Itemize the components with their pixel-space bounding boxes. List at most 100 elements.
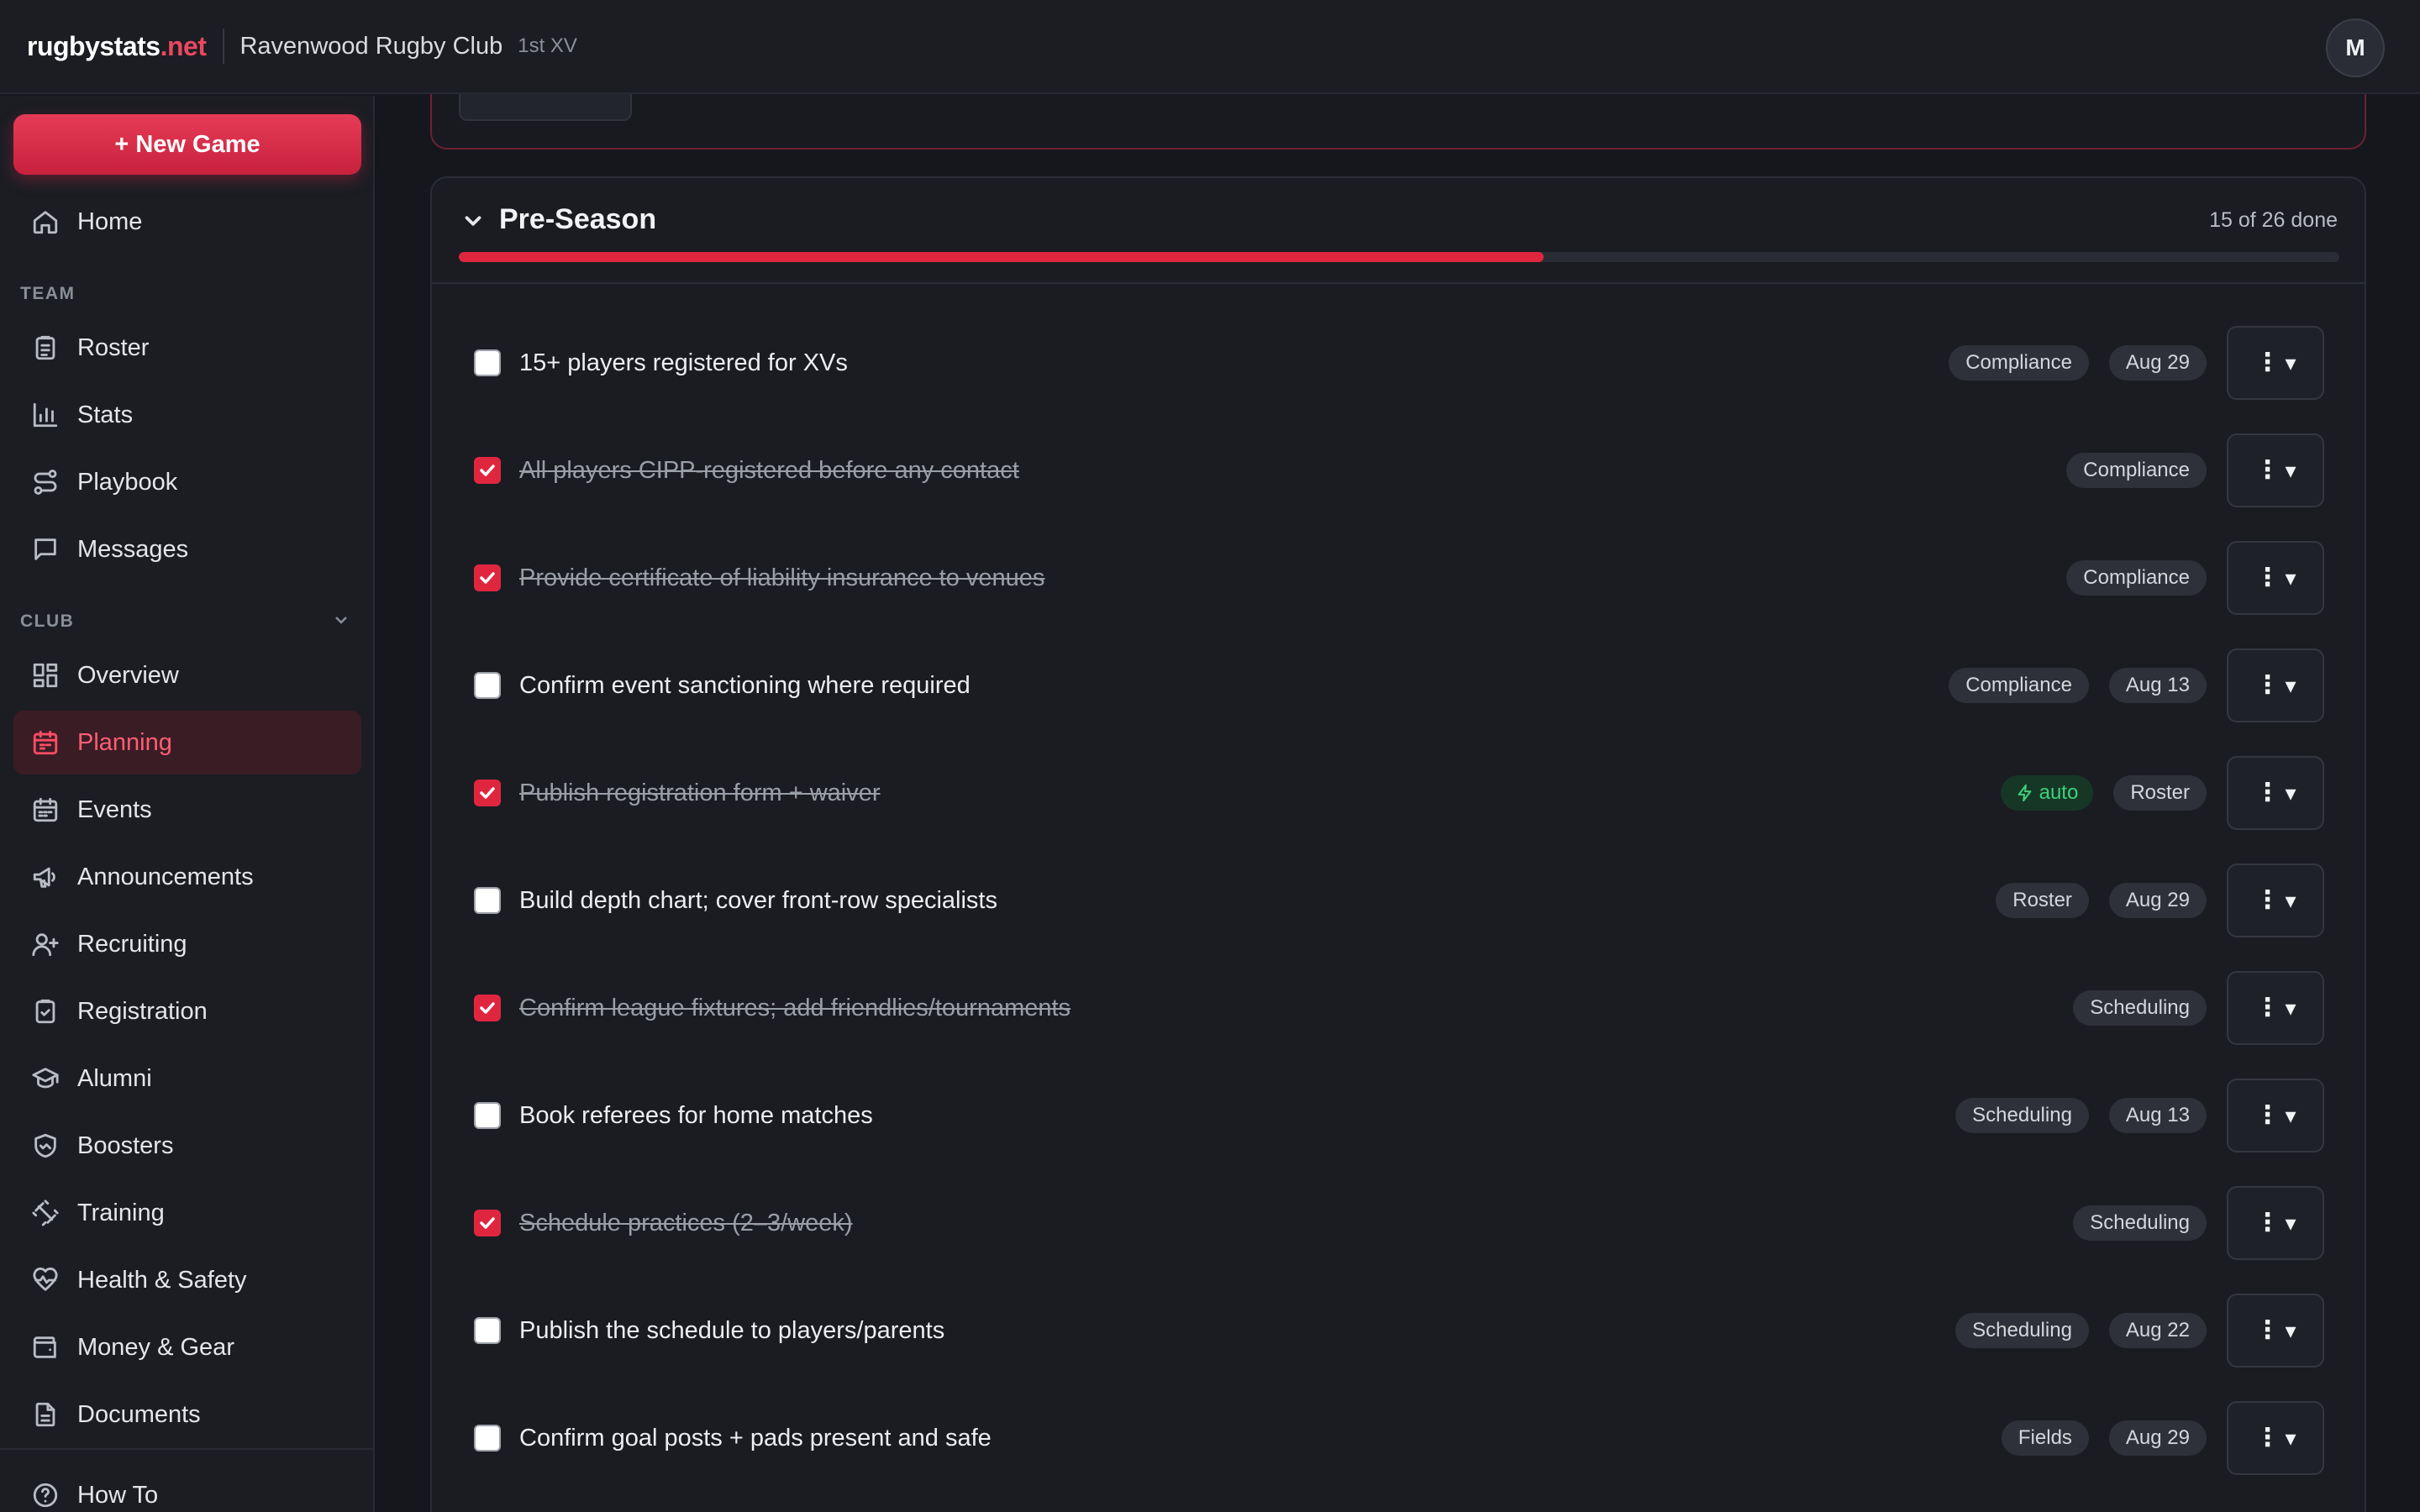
more-vertical-icon: ⋮ bbox=[2254, 456, 2281, 484]
sidebar-item-training[interactable]: Training bbox=[13, 1181, 361, 1245]
sidebar-item-label: Health & Safety bbox=[77, 1266, 247, 1294]
task-menu-button[interactable]: ⋮ ▾ bbox=[2227, 1079, 2324, 1152]
help-circle-icon bbox=[30, 1480, 60, 1510]
caret-down-icon: ▾ bbox=[2285, 995, 2296, 1021]
more-vertical-icon: ⋮ bbox=[2254, 1209, 2281, 1236]
sidebar-item-planning[interactable]: Planning bbox=[13, 711, 361, 774]
sidebar-item-money-gear[interactable]: Money & Gear bbox=[13, 1315, 361, 1379]
brand-logo[interactable]: rugbystats.net bbox=[27, 30, 207, 62]
category-badge: Scheduling bbox=[2073, 1205, 2207, 1241]
sidebar-item-messages[interactable]: Messages bbox=[13, 517, 361, 581]
task-row: Publish the schedule to players/parents S… bbox=[432, 1277, 2365, 1384]
lightning-icon bbox=[2018, 784, 2032, 802]
progress-bar bbox=[459, 252, 2339, 262]
sidebar-item-label: Planning bbox=[77, 728, 172, 756]
sidebar-item-how-to[interactable]: How To bbox=[13, 1463, 361, 1512]
task-menu-button[interactable]: ⋮ ▾ bbox=[2227, 1294, 2324, 1368]
task-label: Confirm event sanctioning where required bbox=[519, 671, 971, 699]
task-tags: Scheduling Aug 13 bbox=[1955, 1098, 2207, 1133]
header-divider bbox=[223, 29, 225, 64]
sidebar-item-stats[interactable]: Stats bbox=[13, 383, 361, 447]
sidebar-item-label: Roster bbox=[77, 333, 150, 361]
task-checkbox[interactable] bbox=[474, 1317, 501, 1344]
sidebar-item-documents[interactable]: Documents bbox=[13, 1383, 361, 1446]
task-row: All players CIPP-registered before any c… bbox=[432, 417, 2365, 524]
task-label: Build depth chart; cover front-row speci… bbox=[519, 886, 997, 914]
category-badge: Compliance bbox=[1949, 345, 2089, 381]
sidebar-item-playbook[interactable]: Playbook bbox=[13, 450, 361, 514]
auto-badge: auto bbox=[2000, 775, 2094, 811]
due-date-badge: Aug 13 bbox=[2108, 1098, 2207, 1133]
sidebar-item-health-safety[interactable]: Health & Safety bbox=[13, 1248, 361, 1312]
task-checkbox[interactable] bbox=[474, 564, 501, 591]
sidebar-item-boosters[interactable]: Boosters bbox=[13, 1114, 361, 1178]
route-icon bbox=[30, 467, 60, 497]
sidebar-item-overview[interactable]: Overview bbox=[13, 643, 361, 707]
task-tags: Compliance Aug 13 bbox=[1949, 668, 2207, 703]
task-tags: Scheduling Aug 22 bbox=[1955, 1313, 2207, 1348]
task-row: Book referees for home matches Scheduling… bbox=[432, 1062, 2365, 1169]
task-checkbox[interactable] bbox=[474, 1102, 501, 1129]
task-menu-button[interactable]: ⋮ ▾ bbox=[2227, 756, 2324, 830]
card-header[interactable]: Pre-Season 15 of 26 done bbox=[432, 178, 2365, 284]
chevron-down-icon[interactable] bbox=[460, 208, 487, 235]
megaphone-icon bbox=[30, 862, 60, 892]
task-checkbox[interactable] bbox=[474, 1425, 501, 1452]
task-label: Publish the schedule to players/parents bbox=[519, 1316, 945, 1344]
sidebar-item-label: Alumni bbox=[77, 1064, 152, 1092]
sidebar-item-registration[interactable]: Registration bbox=[13, 979, 361, 1043]
caret-down-icon: ▾ bbox=[2285, 1425, 2296, 1451]
category-badge: Compliance bbox=[2066, 560, 2207, 596]
clipboard-icon bbox=[30, 333, 60, 363]
sidebar-item-alumni[interactable]: Alumni bbox=[13, 1047, 361, 1110]
dashboard-icon bbox=[30, 660, 60, 690]
category-badge: Roster bbox=[1996, 883, 2089, 918]
task-checkbox[interactable] bbox=[474, 780, 501, 806]
new-game-button[interactable]: + New Game bbox=[13, 114, 361, 175]
caret-down-icon: ▾ bbox=[2285, 887, 2296, 913]
task-menu-button[interactable]: ⋮ ▾ bbox=[2227, 1401, 2324, 1475]
task-menu-button[interactable]: ⋮ ▾ bbox=[2227, 864, 2324, 937]
task-menu-button[interactable]: ⋮ ▾ bbox=[2227, 1186, 2324, 1260]
task-menu-button[interactable]: ⋮ ▾ bbox=[2227, 541, 2324, 615]
task-menu-button[interactable]: ⋮ ▾ bbox=[2227, 326, 2324, 400]
sidebar-item-home[interactable]: Home bbox=[13, 190, 361, 254]
checkmark-icon bbox=[480, 465, 495, 476]
club-name[interactable]: Ravenwood Rugby Club bbox=[239, 33, 502, 60]
sidebar-item-roster[interactable]: Roster bbox=[13, 316, 361, 380]
task-label: Schedule practices (2–3/week) bbox=[519, 1209, 853, 1236]
task-label: All players CIPP-registered before any c… bbox=[519, 456, 1019, 484]
task-menu-button[interactable]: ⋮ ▾ bbox=[2227, 648, 2324, 722]
pre-season-card: Pre-Season 15 of 26 done 15+ players reg… bbox=[430, 176, 2366, 1512]
more-vertical-icon: ⋮ bbox=[2254, 886, 2281, 914]
task-tags: Compliance Aug 29 bbox=[1949, 345, 2207, 381]
sidebar-item-events[interactable]: Events bbox=[13, 778, 361, 842]
section-team: TEAM bbox=[20, 284, 76, 303]
more-vertical-icon: ⋮ bbox=[2254, 349, 2281, 376]
sidebar-item-announcements[interactable]: Announcements bbox=[13, 845, 361, 909]
sidebar-item-label: Boosters bbox=[77, 1131, 174, 1159]
graduation-cap-icon bbox=[30, 1063, 60, 1094]
task-checkbox[interactable] bbox=[474, 995, 501, 1021]
calendar-icon bbox=[30, 795, 60, 825]
task-checkbox[interactable] bbox=[474, 349, 501, 376]
task-checkbox[interactable] bbox=[474, 887, 501, 914]
sidebar-item-label: Registration bbox=[77, 997, 208, 1025]
caret-down-icon: ▾ bbox=[2285, 672, 2296, 698]
brand-main: rugbystats bbox=[27, 30, 160, 61]
task-row: 15+ players registered for XVs Compliance… bbox=[432, 309, 2365, 417]
task-checkbox[interactable] bbox=[474, 457, 501, 484]
task-checkbox[interactable] bbox=[474, 1210, 501, 1236]
sidebar-item-label: How To bbox=[77, 1481, 159, 1509]
task-label: Provide certificate of liability insuran… bbox=[519, 564, 1045, 591]
sidebar-item-recruiting[interactable]: Recruiting bbox=[13, 912, 361, 976]
task-label: Confirm goal posts + pads present and sa… bbox=[519, 1424, 992, 1452]
task-menu-button[interactable]: ⋮ ▾ bbox=[2227, 433, 2324, 507]
task-checkbox[interactable] bbox=[474, 672, 501, 699]
task-menu-button[interactable]: ⋮ ▾ bbox=[2227, 971, 2324, 1045]
sidebar-item-label: Stats bbox=[77, 401, 134, 428]
user-avatar[interactable]: M bbox=[2326, 18, 2385, 77]
task-tags: auto Roster bbox=[2000, 775, 2207, 811]
category-badge: Fields bbox=[2001, 1420, 2089, 1456]
chevron-down-icon[interactable] bbox=[331, 610, 351, 630]
